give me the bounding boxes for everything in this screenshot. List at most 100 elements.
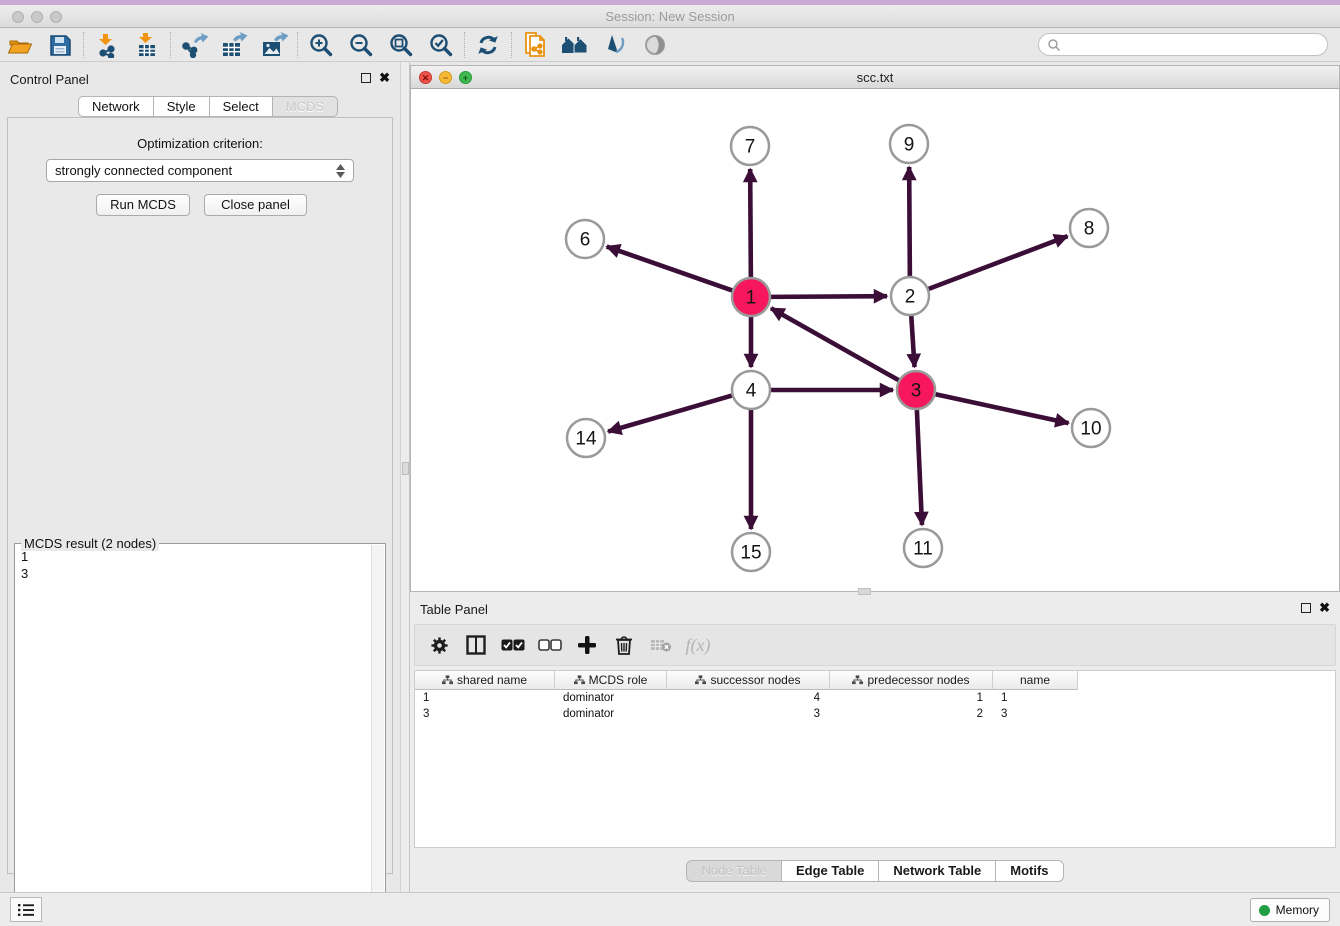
- graph-edge-1-7[interactable]: [750, 169, 751, 277]
- result-scrollbar[interactable]: [371, 545, 384, 916]
- graph-node-label-15: 15: [740, 543, 761, 564]
- tab-motifs[interactable]: Motifs: [996, 860, 1063, 882]
- table-panel-header: Table Panel ✖: [410, 600, 1340, 620]
- graph-edge-1-6[interactable]: [607, 247, 732, 291]
- optimization-criterion-select[interactable]: strongly connected component: [46, 159, 354, 182]
- delete-table-button[interactable]: [647, 631, 675, 659]
- tab-network[interactable]: Network: [78, 96, 154, 117]
- zoom-out-icon: [348, 32, 374, 58]
- column-header-predecessor-nodes[interactable]: predecessor nodes: [830, 671, 993, 690]
- column-chooser-button[interactable]: [462, 631, 490, 659]
- select-all-rows-button[interactable]: [499, 631, 527, 659]
- refresh-layout-button[interactable]: [468, 29, 508, 61]
- hierarchy-icon: [442, 675, 453, 685]
- close-panel-icon[interactable]: ✖: [379, 73, 390, 83]
- export-table-button[interactable]: [214, 29, 254, 61]
- search-box[interactable]: [1038, 33, 1328, 56]
- import-network-button[interactable]: [87, 29, 127, 61]
- node-table: shared name MCDS role successor nodesprede…: [414, 670, 1336, 848]
- network-view-window: ✕ − + scc.txt 7968124314101511: [410, 65, 1340, 592]
- graph-edge-3-10[interactable]: [936, 394, 1069, 423]
- column-label: shared name: [457, 673, 527, 687]
- cell-successor-nodes[interactable]: 3: [667, 706, 830, 722]
- graph-edge-2-8[interactable]: [929, 236, 1068, 289]
- cell-predecessor-nodes[interactable]: 1: [830, 690, 993, 706]
- graph-node-label-11: 11: [913, 539, 933, 560]
- export-network-icon: [180, 32, 208, 58]
- table-row[interactable]: 1dominator411: [415, 690, 1335, 706]
- cell-name[interactable]: 3: [993, 706, 1078, 722]
- table-toolbar: f(x): [414, 624, 1336, 666]
- table-body: 1dominator4113dominator323: [415, 690, 1335, 722]
- bird-view-button[interactable]: [635, 29, 675, 61]
- column-header-successor-nodes[interactable]: successor nodes: [667, 671, 830, 690]
- splitter-grip[interactable]: [858, 588, 871, 595]
- tab-style[interactable]: Style: [154, 96, 210, 117]
- graph-edge-1-2[interactable]: [771, 296, 887, 297]
- zoom-selected-button[interactable]: [421, 29, 461, 61]
- open-file-button[interactable]: [0, 29, 40, 61]
- export-image-button[interactable]: [254, 29, 294, 61]
- close-panel-button[interactable]: Close panel: [204, 194, 307, 216]
- cell-predecessor-nodes[interactable]: 2: [830, 706, 993, 722]
- delete-columns-button[interactable]: [610, 631, 638, 659]
- float-panel-icon[interactable]: [1301, 603, 1311, 613]
- export-image-icon: [260, 32, 288, 58]
- tab-network-table[interactable]: Network Table: [879, 860, 996, 882]
- graph-node-label-6: 6: [580, 230, 591, 251]
- save-session-button[interactable]: [40, 29, 80, 61]
- cell-successor-nodes[interactable]: 4: [667, 690, 830, 706]
- column-header-shared-name[interactable]: shared name: [415, 671, 555, 690]
- graph-edge-4-14[interactable]: [608, 396, 732, 432]
- splitter-grip[interactable]: [402, 462, 409, 475]
- zoom-in-button[interactable]: [301, 29, 341, 61]
- toolbar-separator: [83, 32, 84, 58]
- titlebar: Session: New Session: [0, 5, 1340, 28]
- control-panel: Control Panel ✖ NetworkStyleSelectMCDS O…: [0, 62, 400, 892]
- import-table-icon: [134, 32, 160, 58]
- tab-node-table[interactable]: Node Table: [686, 860, 782, 882]
- deselect-all-rows-button[interactable]: [536, 631, 564, 659]
- cell-shared-name[interactable]: 1: [415, 690, 555, 706]
- graph-node-label-9: 9: [904, 135, 915, 156]
- column-header-mcds-role[interactable]: MCDS role: [555, 671, 667, 690]
- hierarchy-icon: [852, 675, 863, 685]
- float-panel-icon[interactable]: [361, 73, 371, 83]
- toolbar-separator: [511, 32, 512, 58]
- function-builder-button[interactable]: f(x): [684, 631, 712, 659]
- close-panel-icon[interactable]: ✖: [1319, 603, 1330, 613]
- add-column-button[interactable]: [573, 631, 601, 659]
- search-input[interactable]: [1061, 38, 1327, 52]
- network-canvas[interactable]: 7968124314101511: [411, 89, 1339, 591]
- import-table-button[interactable]: [127, 29, 167, 61]
- graph-edge-2-9[interactable]: [909, 167, 910, 276]
- first-neighbors-button[interactable]: [555, 29, 595, 61]
- hierarchy-icon: [695, 675, 706, 685]
- graph-edge-3-11[interactable]: [917, 410, 922, 525]
- tab-edge-table[interactable]: Edge Table: [782, 860, 879, 882]
- vertical-splitter[interactable]: [400, 62, 410, 892]
- graph-edge-3-1[interactable]: [771, 308, 899, 380]
- cell-name[interactable]: 1: [993, 690, 1078, 706]
- cell-mcds-role[interactable]: dominator: [555, 690, 667, 706]
- graphics-details-button[interactable]: [595, 29, 635, 61]
- new-network-from-selection-button[interactable]: [515, 29, 555, 61]
- zoom-fit-button[interactable]: [381, 29, 421, 61]
- tab-select[interactable]: Select: [210, 96, 273, 117]
- cell-shared-name[interactable]: 3: [415, 706, 555, 722]
- cell-mcds-role[interactable]: dominator: [555, 706, 667, 722]
- zoom-out-button[interactable]: [341, 29, 381, 61]
- graph-edge-2-3[interactable]: [911, 316, 914, 367]
- run-mcds-button[interactable]: Run MCDS: [96, 194, 190, 216]
- column-settings-button[interactable]: [425, 631, 453, 659]
- tab-mcds[interactable]: MCDS: [273, 96, 338, 117]
- trash-icon: [615, 635, 633, 655]
- task-history-button[interactable]: [10, 897, 42, 922]
- homes-icon: [560, 33, 590, 57]
- column-header-name[interactable]: name: [993, 671, 1078, 690]
- table-row[interactable]: 3dominator323: [415, 706, 1335, 722]
- column-label: MCDS role: [589, 673, 648, 687]
- mcds-result-list[interactable]: 13: [21, 548, 369, 913]
- export-network-button[interactable]: [174, 29, 214, 61]
- memory-button[interactable]: Memory: [1250, 898, 1330, 922]
